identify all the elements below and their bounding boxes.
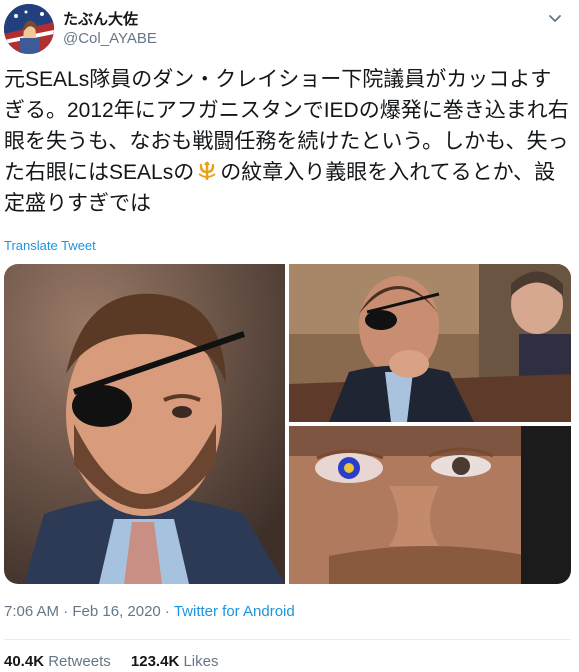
chevron-down-icon[interactable] bbox=[545, 8, 565, 28]
avatar[interactable] bbox=[4, 4, 54, 54]
timestamp-date[interactable]: 7:06 AM · Feb 16, 2020 · bbox=[4, 603, 174, 620]
retweets-stat[interactable]: 40.4K Retweets bbox=[4, 653, 111, 670]
likes-count: 123.4K bbox=[130, 653, 180, 670]
tweet-text: 元SEALs隊員のダン・クレイショー下院議員がカッコよすぎる。2012年にアフガ… bbox=[4, 64, 572, 219]
retweets-label: Retweets bbox=[48, 653, 111, 670]
likes-label: Likes bbox=[183, 653, 219, 670]
photo-eye-closeup[interactable] bbox=[289, 426, 571, 584]
retweets-count: 40.4K bbox=[4, 653, 45, 670]
likes-stat[interactable]: 123.4K Likes bbox=[131, 653, 219, 670]
translate-tweet-link[interactable]: Translate Tweet bbox=[4, 238, 96, 253]
tweet-stats: 40.4K Retweets 123.4K Likes bbox=[4, 653, 234, 670]
trident-emblem-icon bbox=[196, 160, 218, 182]
photo-hearing-room[interactable] bbox=[289, 264, 571, 422]
user-handle[interactable]: @Col_AYABE bbox=[63, 30, 157, 47]
tweet-source-link[interactable]: Twitter for Android bbox=[174, 603, 295, 620]
display-name[interactable]: たぶん大佐 bbox=[63, 8, 138, 29]
photo-portrait-eyepatch[interactable] bbox=[4, 264, 285, 584]
tweet-header: たぶん大佐 @Col_AYABE bbox=[0, 0, 579, 58]
tweet-timestamp: 7:06 AM · Feb 16, 2020 · Twitter for And… bbox=[4, 603, 295, 620]
divider bbox=[4, 639, 571, 640]
media-grid bbox=[4, 264, 571, 584]
